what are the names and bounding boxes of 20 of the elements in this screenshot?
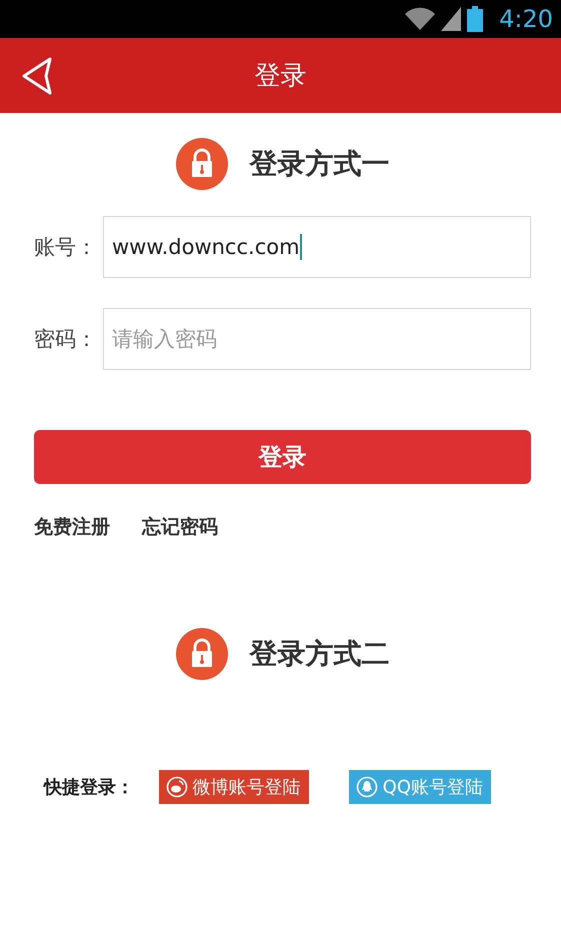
- page-title: 登录: [254, 60, 306, 93]
- wifi-icon: [405, 7, 436, 31]
- input-field[interactable]: 请输入密码: [103, 308, 531, 370]
- text-link[interactable]: 忘记密码: [142, 514, 218, 540]
- clock-time: 4:20: [499, 5, 553, 33]
- field-label: 账号：: [34, 234, 98, 261]
- login-button[interactable]: 登录: [34, 430, 531, 484]
- quick-login-label: 快捷登录：: [44, 776, 135, 799]
- section-title: 登录方式一: [250, 146, 390, 182]
- text-link[interactable]: 免费注册: [34, 514, 110, 540]
- weibo-icon: [166, 776, 188, 798]
- input-field[interactable]: www.downcc.com: [103, 216, 531, 278]
- lock-icon: [176, 628, 228, 680]
- section-title: 登录方式二: [250, 636, 390, 672]
- field-label: 密码：: [34, 326, 98, 353]
- penguin-icon: [356, 776, 378, 798]
- social-login-button[interactable]: 微博账号登陆: [158, 770, 309, 804]
- lock-icon: [176, 138, 228, 190]
- battery-icon: [467, 6, 484, 32]
- signal-icon: [441, 7, 462, 31]
